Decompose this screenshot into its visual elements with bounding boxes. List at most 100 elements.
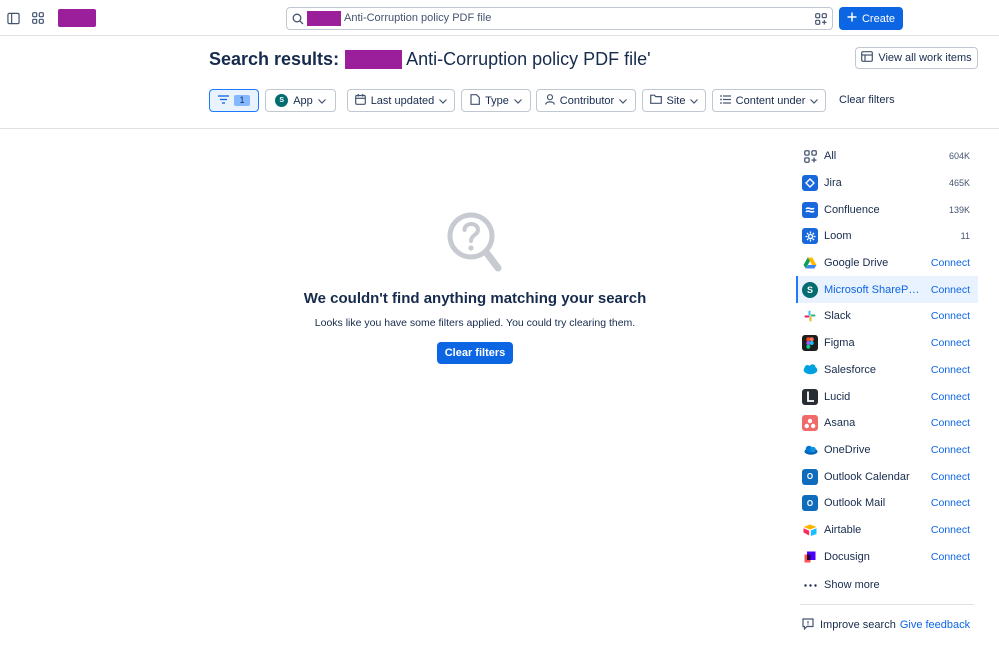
- contributor-label: Contributor: [559, 94, 615, 107]
- sidebar-item-microsoft-sharepoint[interactable]: S Microsoft SharePoint Connect: [796, 276, 978, 304]
- redacted-logo[interactable]: [58, 9, 96, 27]
- sidebar-item-onedrive[interactable]: OneDrive Connect: [796, 437, 978, 464]
- connect-link[interactable]: Connect: [931, 471, 970, 483]
- create-label: Create: [861, 12, 896, 25]
- sidebar-item-confluence[interactable]: Confluence 139K: [796, 196, 978, 223]
- type-filter-dropdown[interactable]: Type: [461, 89, 531, 112]
- sidebar-item-airtable[interactable]: Airtable Connect: [796, 517, 978, 544]
- contributor-filter-dropdown[interactable]: Contributor: [536, 89, 636, 112]
- sidebar-item-label: Asana: [824, 417, 856, 430]
- filter-lines-icon: [218, 94, 229, 107]
- sidebar-toggle-icon[interactable]: [2, 7, 24, 29]
- outlook-calendar-icon: O: [802, 468, 818, 485]
- sidebar-item-lucid[interactable]: Lucid Connect: [796, 383, 978, 410]
- result-count: 604K: [948, 151, 970, 162]
- list-view-icon: [861, 51, 874, 65]
- sidebar-item-label: Google Drive: [824, 257, 889, 270]
- connect-link[interactable]: Connect: [931, 364, 970, 376]
- filter-count-badge: 1: [234, 95, 250, 106]
- sidebar-item-outlook-calendar[interactable]: O Outlook Calendar Connect: [796, 463, 978, 490]
- view-all-work-items-button[interactable]: View all work items: [855, 47, 978, 69]
- app-switcher-icon[interactable]: [27, 7, 49, 29]
- clear-filters-link[interactable]: Clear filters: [839, 94, 895, 106]
- last-updated-filter-dropdown[interactable]: Last updated: [347, 89, 455, 112]
- title-prefix: Search results:: [209, 48, 340, 69]
- app-filter-sidebar: All 604K Jira 465K Confluence 139K Loom …: [796, 143, 978, 639]
- improve-search-row: Improve search Give feedback: [796, 611, 978, 639]
- result-count: 139K: [948, 204, 970, 215]
- clear-filters-button[interactable]: Clear filters: [436, 342, 514, 364]
- content-under-filter-dropdown[interactable]: Content under: [712, 89, 826, 112]
- chevron-down-icon: [810, 95, 819, 107]
- sidebar-item-asana[interactable]: Asana Connect: [796, 410, 978, 437]
- airtable-icon: [802, 522, 818, 538]
- chevron-down-icon: [317, 95, 326, 107]
- sidebar-item-label: OneDrive: [824, 443, 871, 456]
- sidebar-item-label: Outlook Mail: [824, 497, 886, 510]
- sidebar-item-slack[interactable]: Slack Connect: [796, 303, 978, 330]
- connect-link[interactable]: Connect: [931, 417, 970, 429]
- sidebar-item-jira[interactable]: Jira 465K: [796, 170, 978, 197]
- sidebar-item-loom[interactable]: Loom 11: [796, 223, 978, 250]
- sharepoint-icon: S: [275, 94, 289, 107]
- filter-grid-icon[interactable]: [815, 12, 827, 30]
- connect-link[interactable]: Connect: [931, 337, 970, 349]
- connect-link[interactable]: Connect: [931, 310, 970, 322]
- header-divider: [0, 128, 999, 129]
- document-icon: [470, 93, 480, 108]
- outlook-mail-icon: O: [802, 495, 818, 512]
- view-all-label: View all work items: [878, 52, 972, 64]
- connect-link[interactable]: Connect: [931, 444, 970, 456]
- plus-icon: [847, 12, 857, 25]
- page-title: Search results: Anti-Corruption policy P…: [209, 47, 651, 71]
- chevron-down-icon: [439, 95, 448, 107]
- site-filter-dropdown[interactable]: Site: [642, 89, 706, 112]
- redacted-title-term: [345, 49, 403, 69]
- sidebar-item-label: Lucid: [824, 390, 851, 403]
- improve-search-label: Improve search: [820, 619, 896, 631]
- connect-link[interactable]: Connect: [931, 257, 970, 269]
- sidebar-item-salesforce[interactable]: Salesforce Connect: [796, 357, 978, 384]
- asana-icon: [802, 415, 818, 432]
- person-icon: [544, 93, 555, 108]
- site-filter-label: Site: [666, 94, 686, 107]
- app-filter-dropdown[interactable]: S App: [265, 89, 336, 112]
- create-button[interactable]: Create: [839, 7, 903, 30]
- connect-link[interactable]: Connect: [931, 284, 970, 296]
- connect-link[interactable]: Connect: [931, 524, 970, 536]
- figma-icon: [802, 335, 818, 352]
- search-input[interactable]: Anti-Corruption policy PDF file: [286, 7, 833, 30]
- result-count: 11: [960, 231, 970, 242]
- search-query-text: Anti-Corruption policy PDF file: [344, 12, 492, 24]
- empty-state: We couldn't find anything matching your …: [290, 210, 660, 364]
- sidebar-item-figma[interactable]: Figma Connect: [796, 330, 978, 357]
- type-filter-label: Type: [485, 94, 509, 107]
- sidebar-item-outlook-mail[interactable]: O Outlook Mail Connect: [796, 490, 978, 517]
- search-icon: [292, 12, 304, 30]
- connect-link[interactable]: Connect: [931, 391, 970, 403]
- empty-state-title: We couldn't find anything matching your …: [303, 290, 647, 307]
- jira-icon: [802, 175, 818, 192]
- more-dots-icon: [802, 577, 818, 593]
- give-feedback-link[interactable]: Give feedback: [900, 619, 970, 631]
- filters-toggle-button[interactable]: 1: [209, 89, 259, 112]
- sidebar-item-docusign[interactable]: Docusign Connect: [796, 543, 978, 570]
- connect-link[interactable]: Connect: [931, 551, 970, 563]
- app-filter-label: App: [293, 94, 313, 107]
- docusign-icon: [802, 549, 818, 565]
- sidebar-item-label: Microsoft SharePoint: [824, 283, 922, 296]
- bullet-list-icon: [719, 94, 731, 107]
- sidebar-item-google-drive[interactable]: Google Drive Connect: [796, 250, 978, 277]
- show-more-button[interactable]: Show more: [796, 570, 978, 600]
- sidebar-item-label: Outlook Calendar: [824, 470, 910, 483]
- sidebar-divider: [800, 604, 974, 605]
- onedrive-icon: [802, 442, 818, 458]
- loom-icon: [802, 228, 818, 245]
- folder-icon: [649, 94, 662, 107]
- sidebar-item-label: Airtable: [824, 523, 862, 536]
- connect-link[interactable]: Connect: [931, 497, 970, 509]
- top-navigation-bar: Anti-Corruption policy PDF file Create: [0, 0, 999, 36]
- sidebar-item-label: Loom: [824, 230, 852, 243]
- chevron-down-icon: [690, 95, 699, 107]
- sidebar-item-all[interactable]: All 604K: [796, 143, 978, 170]
